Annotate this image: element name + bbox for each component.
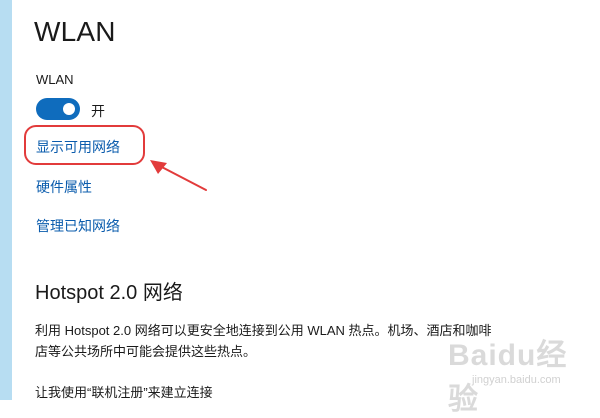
watermark-subtext: jingyan.baidu.com: [472, 374, 561, 386]
annotation-arrow-icon: [150, 160, 207, 191]
wlan-label: WLAN: [36, 72, 74, 87]
hotspot-section-title: Hotspot 2.0 网络: [35, 282, 183, 304]
wlan-toggle-state: 开: [91, 104, 105, 120]
settings-page: WLAN WLAN 开 显示可用网络 硬件属性 管理已知网络 Hotspot 2…: [0, 0, 600, 416]
toggle-knob-icon: [63, 103, 75, 115]
show-available-networks-link[interactable]: 显示可用网络: [36, 137, 120, 157]
manage-known-networks-link[interactable]: 管理已知网络: [36, 216, 120, 236]
hardware-properties-link[interactable]: 硬件属性: [36, 177, 92, 197]
hotspot-description: 利用 Hotspot 2.0 网络可以更安全地连接到公用 WLAN 热点。机场、…: [35, 323, 492, 359]
page-title: WLAN: [34, 16, 116, 47]
online-signup-option: 让我使用“联机注册”来建立连接: [35, 385, 213, 400]
wlan-toggle[interactable]: [36, 98, 80, 120]
